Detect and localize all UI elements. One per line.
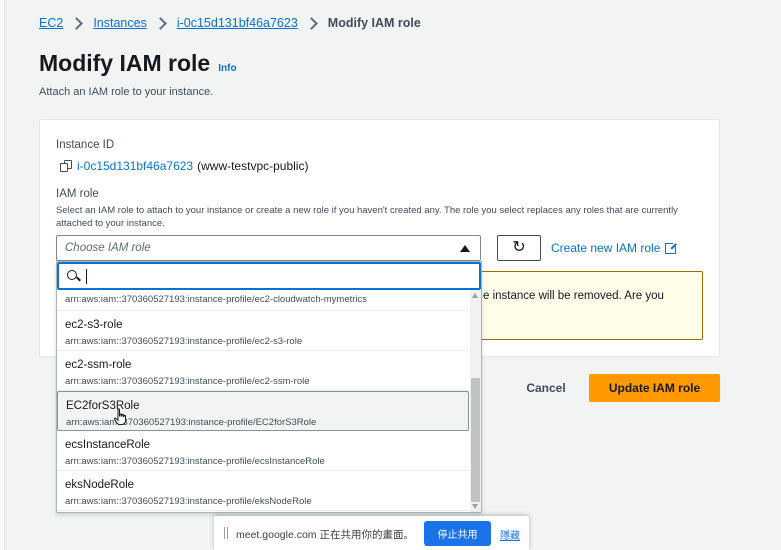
scroll-down-icon[interactable] <box>472 504 478 509</box>
create-iam-role-label: Create new IAM role <box>551 241 661 255</box>
page-description: Attach an IAM role to your instance. <box>39 86 214 98</box>
external-link-icon <box>665 240 679 254</box>
breadcrumb-current: Modify IAM role <box>327 16 421 30</box>
caret-up-icon <box>460 245 470 252</box>
option-arn: arn:aws:iam::370360527193:instance-profi… <box>65 496 312 507</box>
instance-id-link[interactable]: i-0c15d131bf46a7623 <box>77 159 193 173</box>
drag-handle-icon[interactable] <box>224 527 228 539</box>
option-ec2-ssm-role[interactable]: ec2-ssm-role arn:aws:iam::370360527193:i… <box>57 351 469 391</box>
hide-link[interactable]: 隱藏 <box>500 527 520 542</box>
update-iam-role-button[interactable]: Update IAM role <box>589 374 720 402</box>
iam-role-description: Select an IAM role to attach to your ins… <box>56 205 678 229</box>
option-arn: arn:aws:iam::370360527193:instance-profi… <box>65 376 310 387</box>
refresh-icon: ↻ <box>512 239 526 256</box>
iam-role-dropdown: arn:aws:iam::370360527193:instance-profi… <box>56 261 482 513</box>
breadcrumb-instances[interactable]: Instances <box>93 16 147 30</box>
info-link[interactable]: Info <box>218 63 236 74</box>
chevron-right-icon <box>153 16 167 30</box>
screen-share-bar: meet.google.com 正在共用你的畫面。 停止共用 隱藏 <box>214 516 529 550</box>
option-ec2-cloudwatch-mymetrics[interactable]: arn:aws:iam::370360527193:instance-profi… <box>57 291 469 311</box>
role-filter-input[interactable] <box>57 262 481 290</box>
chevron-right-icon <box>70 16 84 30</box>
share-message: meet.google.com 正在共用你的畫面。 <box>236 529 414 541</box>
option-arn: arn:aws:iam::370360527193:instance-profi… <box>65 336 303 347</box>
left-sidebar-edge <box>0 0 5 550</box>
breadcrumb-ec2[interactable]: EC2 <box>39 16 63 30</box>
stop-sharing-button[interactable]: 停止共用 <box>424 521 491 546</box>
breadcrumb-instance-id[interactable]: i-0c15d131bf46a7623 <box>177 16 298 30</box>
option-arn: arn:aws:iam::370360527193:instance-profi… <box>66 417 317 428</box>
option-name: eksNodeRole <box>65 479 135 491</box>
option-eksnoderole[interactable]: eksNodeRole arn:aws:iam::370360527193:in… <box>57 471 469 511</box>
option-ecsinstancerole[interactable]: ecsInstanceRole arn:aws:iam::37036052719… <box>57 431 469 471</box>
option-arn: arn:aws:iam::370360527193:instance-profi… <box>65 294 368 305</box>
option-name: ec2-ssm-role <box>65 359 132 371</box>
iam-role-select[interactable]: Choose IAM role <box>56 235 481 261</box>
instance-name: (www-testvpc-public) <box>197 159 309 173</box>
warning-alert <box>476 271 703 340</box>
hand-pointer-icon <box>114 408 126 425</box>
page-title: Modify IAM role Info <box>39 50 237 77</box>
create-iam-role-link[interactable]: Create new IAM role <box>551 240 679 255</box>
scrollbar-thumb[interactable] <box>471 378 480 502</box>
page-title-text: Modify IAM role <box>39 50 211 76</box>
instance-id-value: i-0c15d131bf46a7623 (www-testvpc-public) <box>60 159 308 173</box>
scroll-up-icon[interactable] <box>472 293 478 298</box>
option-name: ec2-s3-role <box>65 319 123 331</box>
search-icon <box>67 270 81 284</box>
option-arn: arn:aws:iam::370360527193:instance-profi… <box>65 456 325 467</box>
role-option-list: arn:aws:iam::370360527193:instance-profi… <box>57 291 469 511</box>
instance-id-label: Instance ID <box>56 139 115 151</box>
refresh-button[interactable]: ↻ <box>497 235 541 261</box>
warning-text: e instance will be removed. Are you <box>483 290 664 302</box>
dropdown-scrollbar[interactable] <box>470 290 481 512</box>
cancel-button[interactable]: Cancel <box>516 375 576 401</box>
option-name: ecsInstanceRole <box>65 439 151 451</box>
option-ec2-s3-role[interactable]: ec2-s3-role arn:aws:iam::370360527193:in… <box>57 311 469 351</box>
iam-role-select-placeholder: Choose IAM role <box>65 242 151 254</box>
text-cursor <box>86 269 87 284</box>
iam-role-label: IAM role <box>56 188 99 200</box>
copy-icon[interactable] <box>60 159 73 173</box>
breadcrumb: EC2 Instances i-0c15d131bf46a7623 Modify… <box>39 14 421 32</box>
chevron-right-icon <box>304 16 318 30</box>
